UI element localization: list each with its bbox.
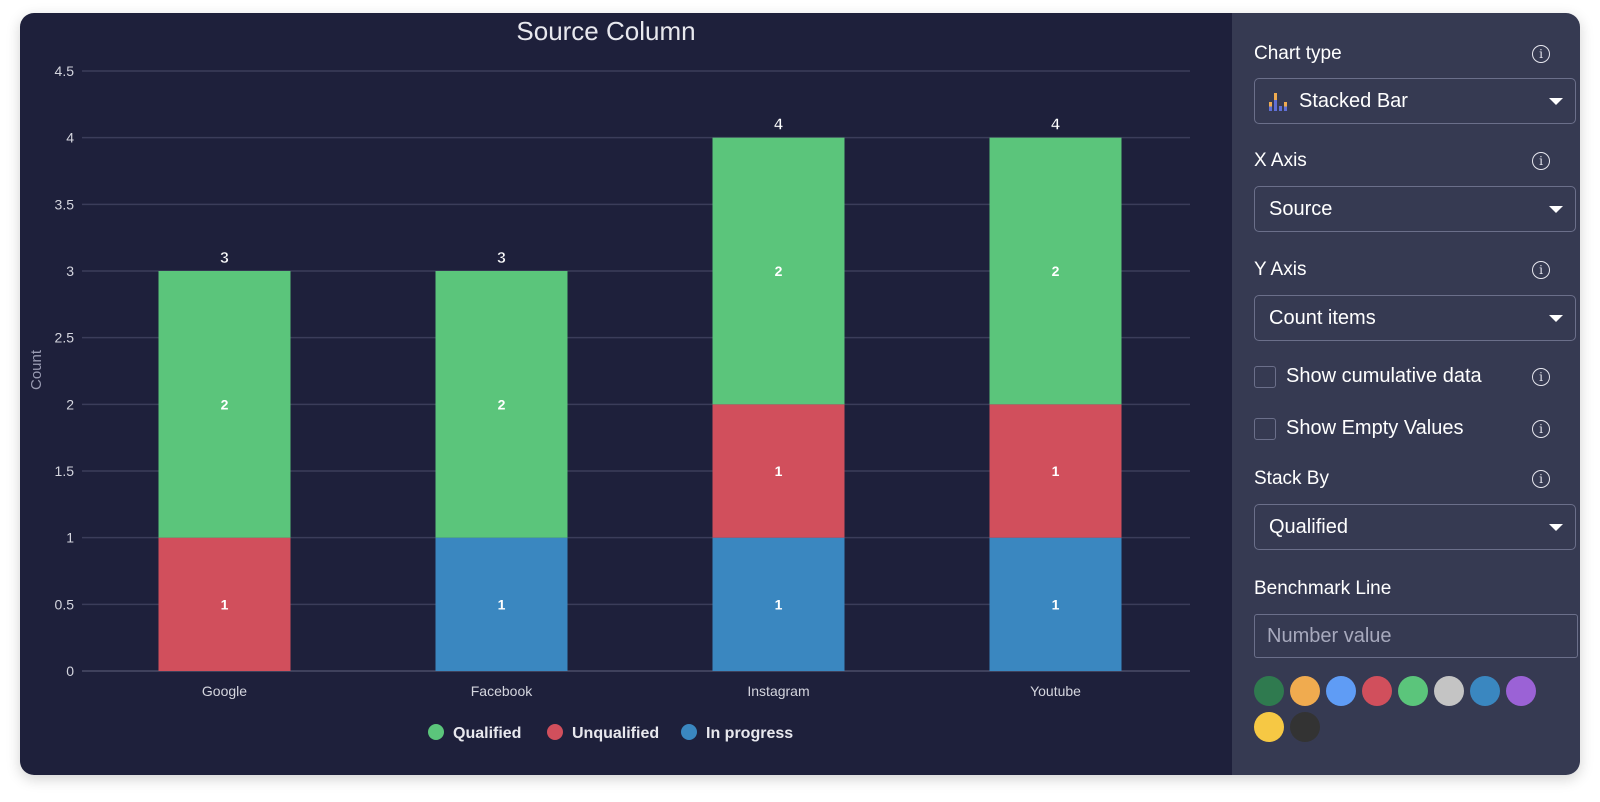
bar-total-label: 3 — [220, 250, 229, 267]
y-axis-info-icon[interactable]: i — [1532, 261, 1550, 279]
stack-by-info-icon[interactable]: i — [1532, 470, 1550, 488]
y-tick-label: 4 — [66, 130, 74, 146]
benchmark-color-palette — [1254, 676, 1554, 742]
settings-panel: Chart type i Stacked Bar X Axis i Source… — [1232, 13, 1580, 775]
y-tick-label: 0.5 — [55, 596, 75, 612]
bar-total-label: 3 — [497, 250, 506, 267]
chevron-down-icon — [1549, 206, 1563, 213]
show-cumulative-label: Show cumulative data — [1286, 365, 1482, 387]
stacked-bar-chart-icon — [1269, 91, 1287, 111]
bar-segment-label: 1 — [775, 463, 783, 479]
bar-segment-label: 2 — [775, 263, 783, 279]
x-tick-label: Instagram — [747, 683, 809, 699]
color-swatch[interactable] — [1290, 712, 1320, 742]
stacked-bar-chart: Source Column Count 0 0.5 1 1.5 2 2.5 3 3.5 4 4.5 1 2… — [28, 16, 1190, 742]
color-swatch[interactable] — [1470, 676, 1500, 706]
show-cumulative-checkbox[interactable] — [1254, 365, 1276, 388]
y-tick-label: 3.5 — [55, 196, 75, 212]
y-tick-label: 2 — [66, 396, 74, 412]
show-empty-label: Show Empty Values — [1286, 417, 1464, 439]
bar-segment-label: 2 — [221, 396, 229, 412]
color-swatch[interactable] — [1434, 676, 1464, 706]
y-axis-value: Count items — [1269, 306, 1376, 329]
y-tick-label: 3 — [66, 263, 74, 279]
x-axis-label: X Axis — [1254, 150, 1307, 171]
chart-type-select[interactable]: Stacked Bar — [1254, 78, 1576, 124]
x-axis-value: Source — [1269, 197, 1333, 220]
chart-type-label: Chart type — [1254, 43, 1342, 64]
legend-label: Unqualified — [572, 725, 659, 742]
color-swatch[interactable] — [1254, 676, 1284, 706]
bar-segment-label: 2 — [1052, 263, 1060, 279]
bar-segment-label: 1 — [498, 596, 506, 612]
legend-marker — [681, 724, 697, 740]
x-tick-label: Facebook — [471, 683, 533, 699]
bar-total-label: 4 — [774, 117, 783, 134]
color-swatch[interactable] — [1362, 676, 1392, 706]
chevron-down-icon — [1549, 524, 1563, 531]
chart-type-info-icon[interactable]: i — [1532, 45, 1550, 63]
chart-card: Source Column Count 0 0.5 1 1.5 2 2.5 3 3.5 4 4.5 1 2… — [20, 13, 1580, 775]
legend-label: Qualified — [453, 725, 521, 742]
benchmark-label: Benchmark Line — [1254, 578, 1392, 599]
x-tick-label: Google — [202, 683, 247, 699]
y-tick-label: 2.5 — [55, 330, 75, 346]
color-swatch[interactable] — [1506, 676, 1536, 706]
legend-marker — [547, 724, 563, 740]
y-tick-label: 4.5 — [55, 63, 75, 79]
chevron-down-icon — [1549, 315, 1563, 322]
color-swatch[interactable] — [1398, 676, 1428, 706]
x-axis-info-icon[interactable]: i — [1532, 152, 1550, 170]
y-tick-label: 1.5 — [55, 463, 75, 479]
x-axis-select[interactable]: Source — [1254, 186, 1576, 232]
benchmark-input[interactable] — [1254, 614, 1578, 658]
stack-by-value: Qualified — [1269, 515, 1348, 538]
x-tick-label: Youtube — [1030, 683, 1081, 699]
color-swatch[interactable] — [1254, 712, 1284, 742]
show-empty-info-icon[interactable]: i — [1532, 420, 1550, 438]
chart-title: Source Column — [516, 16, 695, 46]
show-cumulative-info-icon[interactable]: i — [1532, 368, 1550, 386]
bar-segment-label: 1 — [1052, 463, 1060, 479]
y-tick-label: 1 — [66, 530, 74, 546]
show-empty-row: Show Empty Values — [1254, 417, 1464, 440]
color-swatch[interactable] — [1326, 676, 1356, 706]
y-axis-label: Count — [28, 349, 45, 390]
show-empty-checkbox[interactable] — [1254, 417, 1276, 440]
y-tick-label: 0 — [66, 663, 74, 679]
bar-total-label: 4 — [1051, 117, 1060, 134]
y-axis-select[interactable]: Count items — [1254, 295, 1576, 341]
legend-label: In progress — [706, 725, 793, 742]
chart-area: Source Column Count 0 0.5 1 1.5 2 2.5 3 3.5 4 4.5 1 2… — [20, 13, 1232, 775]
bar-segment-label: 1 — [1052, 596, 1060, 612]
chart-type-value: Stacked Bar — [1299, 89, 1408, 112]
legend-marker — [428, 724, 444, 740]
stack-by-label: Stack By — [1254, 468, 1329, 489]
bar-segment-label: 1 — [221, 596, 229, 612]
bar-segment-label: 1 — [775, 596, 783, 612]
bar-segment-label: 2 — [498, 396, 506, 412]
show-cumulative-row: Show cumulative data — [1254, 365, 1482, 388]
y-axis-label: Y Axis — [1254, 259, 1307, 280]
stack-by-select[interactable]: Qualified — [1254, 504, 1576, 550]
chevron-down-icon — [1549, 98, 1563, 105]
color-swatch[interactable] — [1290, 676, 1320, 706]
